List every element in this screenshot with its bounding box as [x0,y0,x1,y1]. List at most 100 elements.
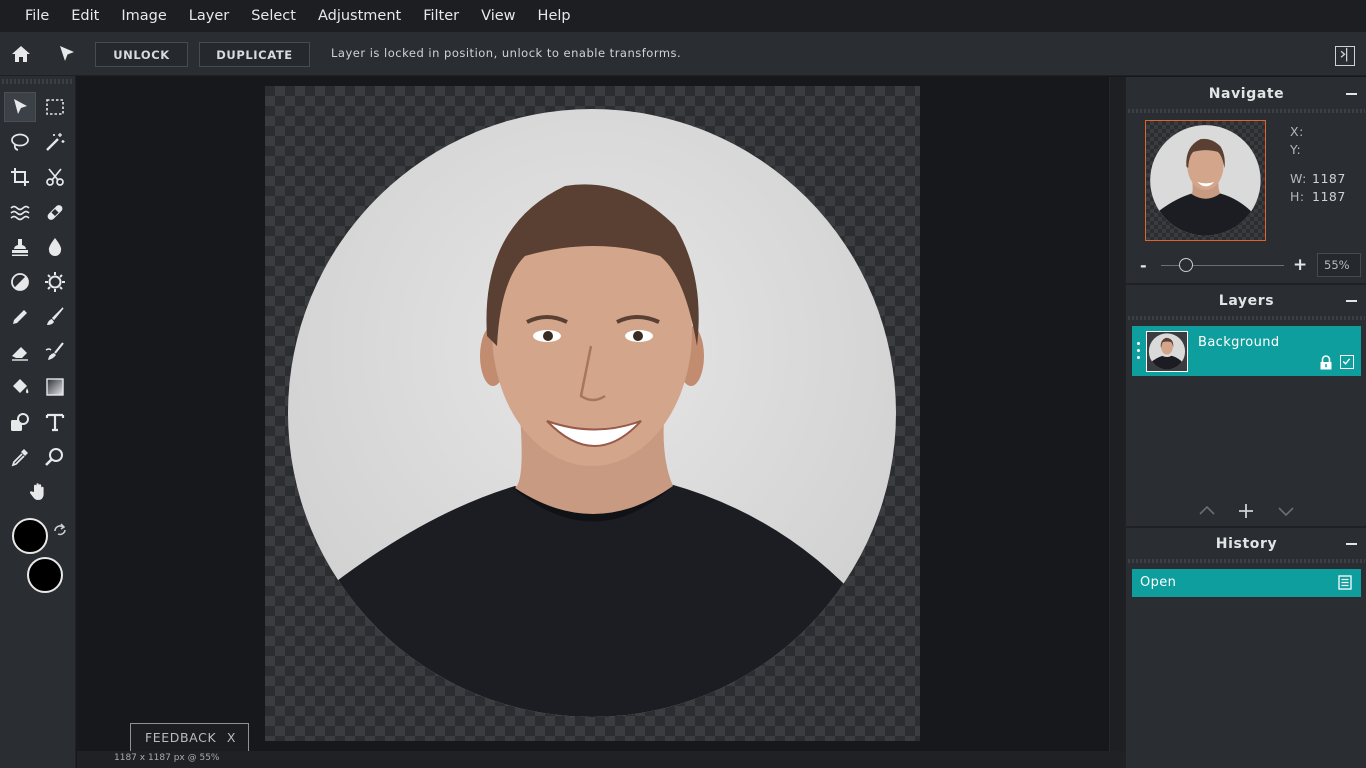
swap-colors-icon[interactable] [52,522,68,538]
lock-message: Layer is locked in position, unlock to e… [331,46,682,60]
menu-bar: File Edit Image Layer Select Adjustment … [0,0,1366,32]
history-title: History [1215,536,1278,552]
cut-tool[interactable] [39,162,71,192]
feedback-close-button[interactable]: X [227,730,236,745]
hand-icon [29,483,44,500]
menu-filter[interactable]: Filter [412,0,470,32]
history-grip[interactable] [1128,559,1365,563]
move-layer-down-icon[interactable] [1277,502,1295,520]
liquify-tool[interactable] [4,197,36,227]
nav-h-label: H: [1290,189,1305,204]
history-collapse-icon[interactable] [1346,543,1357,545]
nav-x-readout: X: [1290,124,1312,139]
brush-icon [47,307,64,325]
menu-select[interactable]: Select [240,0,307,32]
image-size-status: 1187 x 1187 px @ 55% [114,753,220,763]
layer-thumbnail [1146,331,1188,372]
foreground-color-swatch[interactable] [12,518,48,554]
menu-adjustment[interactable]: Adjustment [307,0,412,32]
fill-tool[interactable] [4,372,36,402]
zoom-input[interactable]: 55% [1317,253,1361,277]
status-bar: 1187 x 1187 px @ 55% [77,751,1125,768]
toolbar-grip[interactable] [2,79,74,84]
nav-x-label: X: [1290,124,1304,139]
menu-file[interactable]: File [14,0,60,32]
crop-tool[interactable] [4,162,36,192]
magic-wand-icon [46,133,65,151]
nav-w-readout: W: 1187 [1290,171,1346,186]
eyedropper-tool[interactable] [4,442,36,472]
layer-visibility-checkbox[interactable] [1340,355,1354,369]
lasso-icon [11,133,29,151]
navigate-collapse-icon[interactable] [1346,93,1357,95]
drag-handle-icon[interactable] [1137,340,1140,360]
gradient-tool[interactable] [39,372,71,402]
lock-icon[interactable] [1319,355,1333,370]
menu-layer[interactable]: Layer [178,0,240,32]
feedback-button[interactable]: FEEDBACK X [130,723,249,751]
menu-image[interactable]: Image [110,0,177,32]
dashed-rect-icon [46,99,64,115]
nav-y-label: Y: [1290,142,1302,157]
layers-title: Layers [1218,293,1275,309]
layer-row-background[interactable]: Background [1132,326,1361,376]
marquee-tool[interactable] [39,92,71,122]
image-canvas[interactable] [265,86,920,741]
zoom-in-button[interactable]: + [1293,255,1307,275]
right-panels: Navigate X: Y: W: 1187 H: 1187 - + 55% Lay… [1125,77,1366,768]
panel-divider [1126,526,1366,528]
menu-edit[interactable]: Edit [60,0,110,32]
eraser-tool[interactable] [4,337,36,367]
sun-gear-icon [45,272,65,292]
move-tool[interactable] [4,92,36,122]
scissors-icon [46,168,64,186]
dodge-tool[interactable] [4,267,36,297]
home-icon[interactable] [10,43,32,65]
clone-stamp-tool[interactable] [4,232,36,262]
zoom-out-button[interactable]: - [1140,256,1147,275]
duplicate-button[interactable]: DUPLICATE [199,42,310,67]
layers-collapse-icon[interactable] [1346,300,1357,302]
navigate-grip[interactable] [1128,109,1365,113]
eraser-icon [12,347,28,361]
unlock-button[interactable]: UNLOCK [95,42,188,67]
menu-view[interactable]: View [470,0,526,32]
portrait-photo [288,109,896,717]
smudge-tool[interactable] [39,337,71,367]
smudge-brush-icon [45,342,64,360]
history-item-open[interactable]: Open [1132,569,1361,597]
shape-tool[interactable] [4,407,36,437]
zoom-slider-handle[interactable] [1178,258,1193,272]
half-circle-icon [11,273,29,291]
menu-help[interactable]: Help [527,0,582,32]
history-header[interactable]: History [1126,529,1366,559]
zoom-tool[interactable] [39,442,71,472]
heal-tool[interactable] [39,197,71,227]
vertical-scrollbar[interactable] [1109,77,1125,751]
drop-icon [48,238,62,256]
feedback-label: FEEDBACK [145,730,217,745]
hand-tool[interactable] [22,477,54,507]
waves-icon [10,205,30,221]
navigate-header[interactable]: Navigate [1126,79,1366,109]
move-layer-up-icon[interactable] [1198,502,1216,520]
background-color-swatch[interactable] [27,557,63,593]
layer-actions [1126,502,1366,520]
move-arrow-icon[interactable] [56,43,78,65]
magic-wand-tool[interactable] [39,127,71,157]
cursor-arrow-icon [14,99,27,114]
brush-tool[interactable] [39,302,71,332]
navigator-thumbnail[interactable] [1145,120,1266,241]
crop-icon [11,168,29,186]
blur-tool[interactable] [39,232,71,262]
lasso-tool[interactable] [4,127,36,157]
add-layer-icon[interactable] [1237,502,1255,520]
text-tool[interactable] [39,407,71,437]
nav-w-value: 1187 [1312,171,1346,186]
panel-toggle-button[interactable] [1335,46,1355,66]
layers-header[interactable]: Layers [1126,286,1366,316]
canvas-workspace[interactable] [77,77,1109,751]
layers-grip[interactable] [1128,316,1365,320]
sponge-tool[interactable] [39,267,71,297]
pencil-tool[interactable] [4,302,36,332]
